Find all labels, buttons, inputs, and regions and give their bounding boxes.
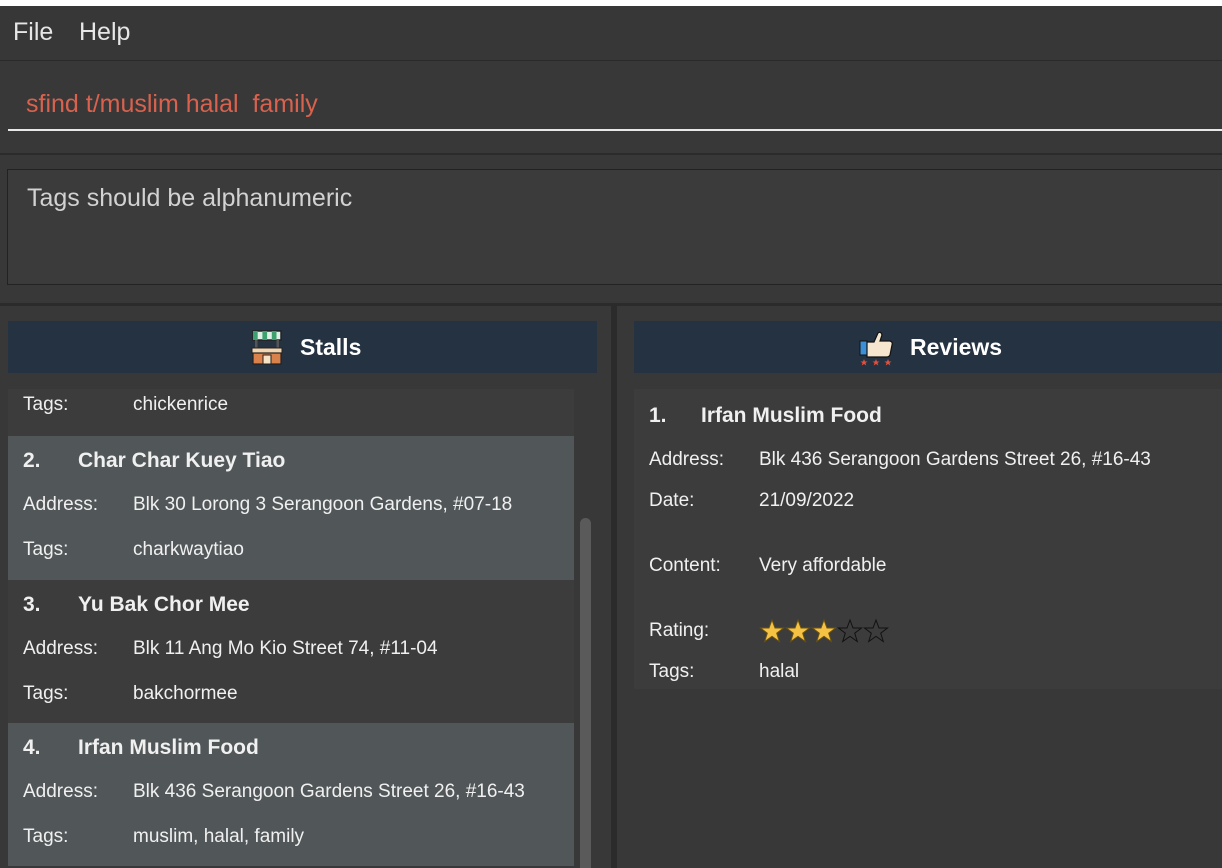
tags-value: charkwaytiao [133, 539, 244, 560]
command-box [0, 61, 1222, 155]
thumbs-up-rating-icon [859, 331, 893, 366]
stalls-scrollbar[interactable] [577, 518, 593, 868]
list-item[interactable]: 2. Char Char Kuey Tiao Address: Blk 30 Lor… [8, 436, 574, 580]
tags-value: muslim, halal, family [133, 826, 305, 847]
review-stall-name: Irfan Muslim Food [701, 404, 882, 427]
menu-help[interactable]: Help [79, 18, 130, 47]
address-label: Address: [649, 449, 724, 470]
rating-label: Rating: [649, 620, 710, 642]
star-filled-icon [811, 618, 837, 643]
address-label: Address: [23, 638, 98, 659]
stall-name: Yu Bak Chor Mee [78, 593, 250, 616]
star-empty-icon [863, 618, 889, 643]
reviews-panel-header: Reviews [634, 321, 1222, 373]
app-window: File Help Tags should be alphanumeric St… [0, 6, 1222, 868]
reviews-title: Reviews [910, 333, 1003, 360]
stalls-title: Stalls [300, 333, 362, 360]
scrollbar-thumb[interactable] [580, 518, 591, 868]
tags-label: Tags: [23, 539, 69, 560]
tags-label: Tags: [23, 826, 69, 847]
address-value: Blk 11 Ang Mo Kio Street 74, #11-04 [133, 638, 438, 659]
list-item[interactable]: 3. Yu Bak Chor Mee Address: Blk 11 Ang Mo … [8, 580, 574, 723]
address-value: Blk 30 Lorong 3 Serangoon Gardens, #07-1… [133, 494, 513, 515]
menu-bar: File Help [0, 6, 1222, 61]
market-stall-icon [251, 330, 283, 365]
stall-index: 2. [23, 449, 41, 472]
rating-stars [759, 618, 889, 644]
stalls-panel-header: Stalls [8, 321, 597, 373]
result-message: Tags should be alphanumeric [27, 184, 353, 212]
stall-name: Irfan Muslim Food [78, 736, 259, 759]
address-label: Address: [23, 781, 98, 802]
star-filled-icon [759, 618, 785, 643]
content-value: Very affordable [759, 555, 887, 576]
command-input[interactable] [8, 79, 1222, 131]
stall-index: 3. [23, 593, 41, 616]
address-value: Blk 436 Serangoon Gardens Street 26, #16… [759, 449, 1151, 470]
content-label: Content: [649, 555, 721, 576]
review-card[interactable]: 1. Irfan Muslim Food Address: Blk 436 Sera… [634, 389, 1222, 689]
result-box: Tags should be alphanumeric [7, 169, 1222, 285]
tags-value: bakchormee [133, 683, 238, 704]
address-value: Blk 436 Serangoon Gardens Street 26, #16… [133, 781, 525, 802]
list-item[interactable]: Tags: chickenrice [8, 389, 574, 436]
list-item[interactable]: 4. Irfan Muslim Food Address: Blk 436 Sera… [8, 723, 574, 866]
result-display: Tags should be alphanumeric [0, 155, 1222, 306]
stall-index: 4. [23, 736, 41, 759]
review-index: 1. [649, 404, 667, 427]
panel-divider[interactable] [611, 304, 617, 868]
tags-label: Tags: [649, 661, 695, 682]
stall-name: Char Char Kuey Tiao [78, 449, 286, 472]
tags-value: halal [759, 661, 800, 682]
date-label: Date: [649, 490, 695, 511]
tags-label: Tags: [23, 683, 69, 704]
tags-value: chickenrice [133, 394, 229, 415]
date-value: 21/09/2022 [759, 490, 855, 511]
star-empty-icon [837, 618, 863, 643]
address-label: Address: [23, 494, 98, 515]
stalls-list[interactable]: Tags: chickenrice 2. Char Char Kuey Tiao A… [8, 389, 574, 868]
star-filled-icon [785, 618, 811, 643]
menu-file[interactable]: File [13, 18, 53, 47]
tags-label: Tags: [23, 394, 69, 415]
